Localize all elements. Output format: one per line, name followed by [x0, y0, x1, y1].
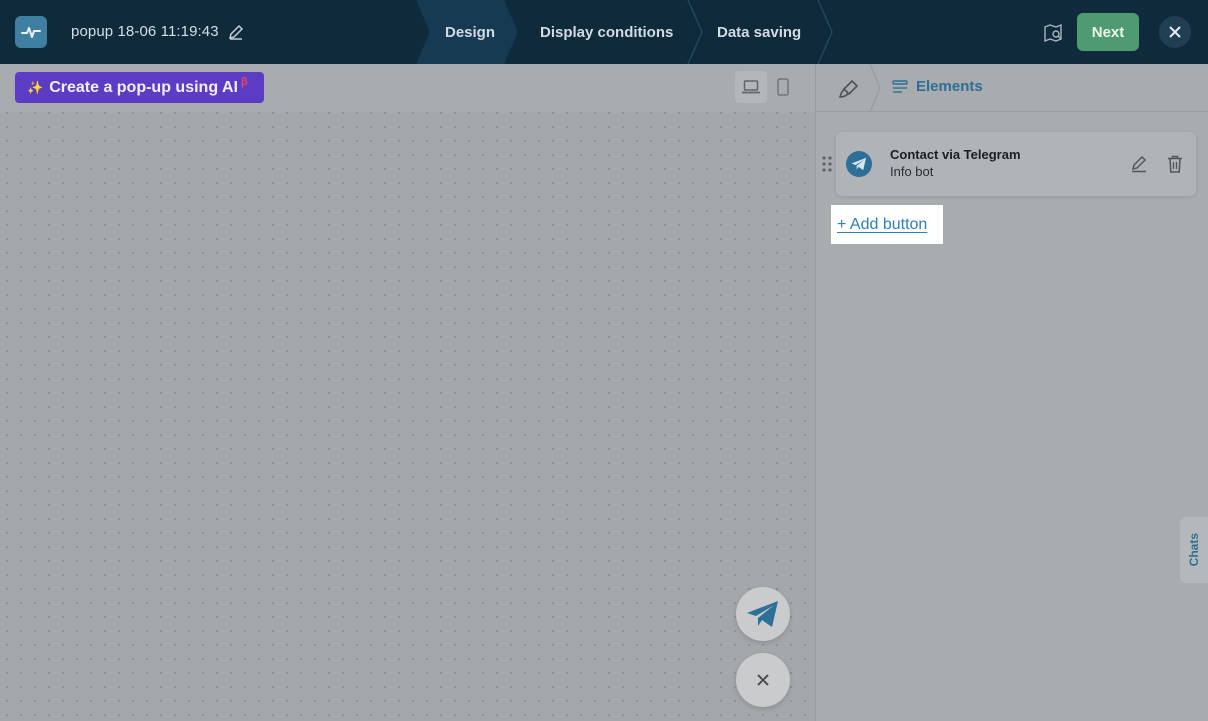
mobile-view-button[interactable]: [767, 71, 799, 103]
delete-trash-icon[interactable]: [1167, 155, 1183, 173]
edit-pencil-icon[interactable]: [1130, 155, 1148, 173]
panel-header: Elements: [816, 64, 1208, 112]
sparkles-icon: ✨: [27, 79, 44, 95]
element-title: Contact via Telegram: [890, 147, 1021, 162]
step-separator-icon: [687, 0, 703, 64]
wizard-steps: Design Display conditions Data saving: [416, 0, 836, 64]
add-button-link[interactable]: + Add button: [831, 205, 943, 244]
design-canvas[interactable]: ✨ Create a pop-up using AI β: [0, 64, 815, 721]
create-with-ai-label: Create a pop-up using AI: [49, 78, 238, 96]
step-separator-icon: [817, 0, 833, 64]
close-fab[interactable]: [736, 653, 790, 707]
header-separator-icon: [869, 64, 881, 112]
step-display-conditions[interactable]: Display conditions: [540, 0, 673, 64]
top-bar: popup 18-06 11:19:43 Design Display cond…: [0, 0, 1208, 64]
step-design[interactable]: Design: [416, 0, 518, 64]
desktop-view-button[interactable]: [735, 71, 767, 103]
canvas-toolbar: ✨ Create a pop-up using AI β: [0, 64, 815, 112]
rename-pencil-icon[interactable]: [227, 23, 245, 41]
list-icon: [892, 79, 908, 93]
mobile-icon: [777, 78, 789, 96]
preview-map-icon[interactable]: [1043, 23, 1063, 43]
desktop-icon: [742, 80, 760, 94]
beta-badge: β: [240, 75, 248, 88]
tab-elements[interactable]: Elements: [892, 78, 983, 95]
step-data-saving-label: Data saving: [717, 23, 802, 41]
close-editor-button[interactable]: [1159, 16, 1191, 48]
tab-elements-label: Elements: [916, 78, 983, 95]
telegram-fab[interactable]: [736, 587, 790, 641]
drag-handle-icon[interactable]: [821, 156, 833, 172]
chats-side-tab[interactable]: Chats: [1180, 517, 1208, 583]
popup-title: popup 18-06 11:19:43: [71, 23, 219, 40]
style-brush-icon[interactable]: [838, 78, 860, 100]
element-subtitle: Info bot: [890, 164, 934, 179]
app-logo-icon[interactable]: [15, 16, 47, 48]
add-button-label: + Add button: [837, 215, 928, 233]
element-card-telegram[interactable]: Contact via Telegram Info bot: [836, 132, 1196, 196]
close-icon: [1169, 26, 1181, 38]
telegram-icon: [747, 601, 778, 627]
close-icon: [757, 674, 769, 686]
step-display-conditions-label: Display conditions: [540, 23, 674, 41]
step-data-saving[interactable]: Data saving: [717, 0, 801, 64]
create-with-ai-button[interactable]: ✨ Create a pop-up using AI β: [15, 72, 264, 103]
telegram-icon: [846, 151, 872, 177]
next-button[interactable]: Next: [1077, 13, 1139, 51]
chats-label: Chats: [1187, 533, 1201, 567]
elements-panel: Elements Contact via Telegram Info bot +…: [815, 64, 1208, 721]
step-design-label: Design: [445, 23, 496, 41]
device-toggle: [735, 71, 799, 103]
